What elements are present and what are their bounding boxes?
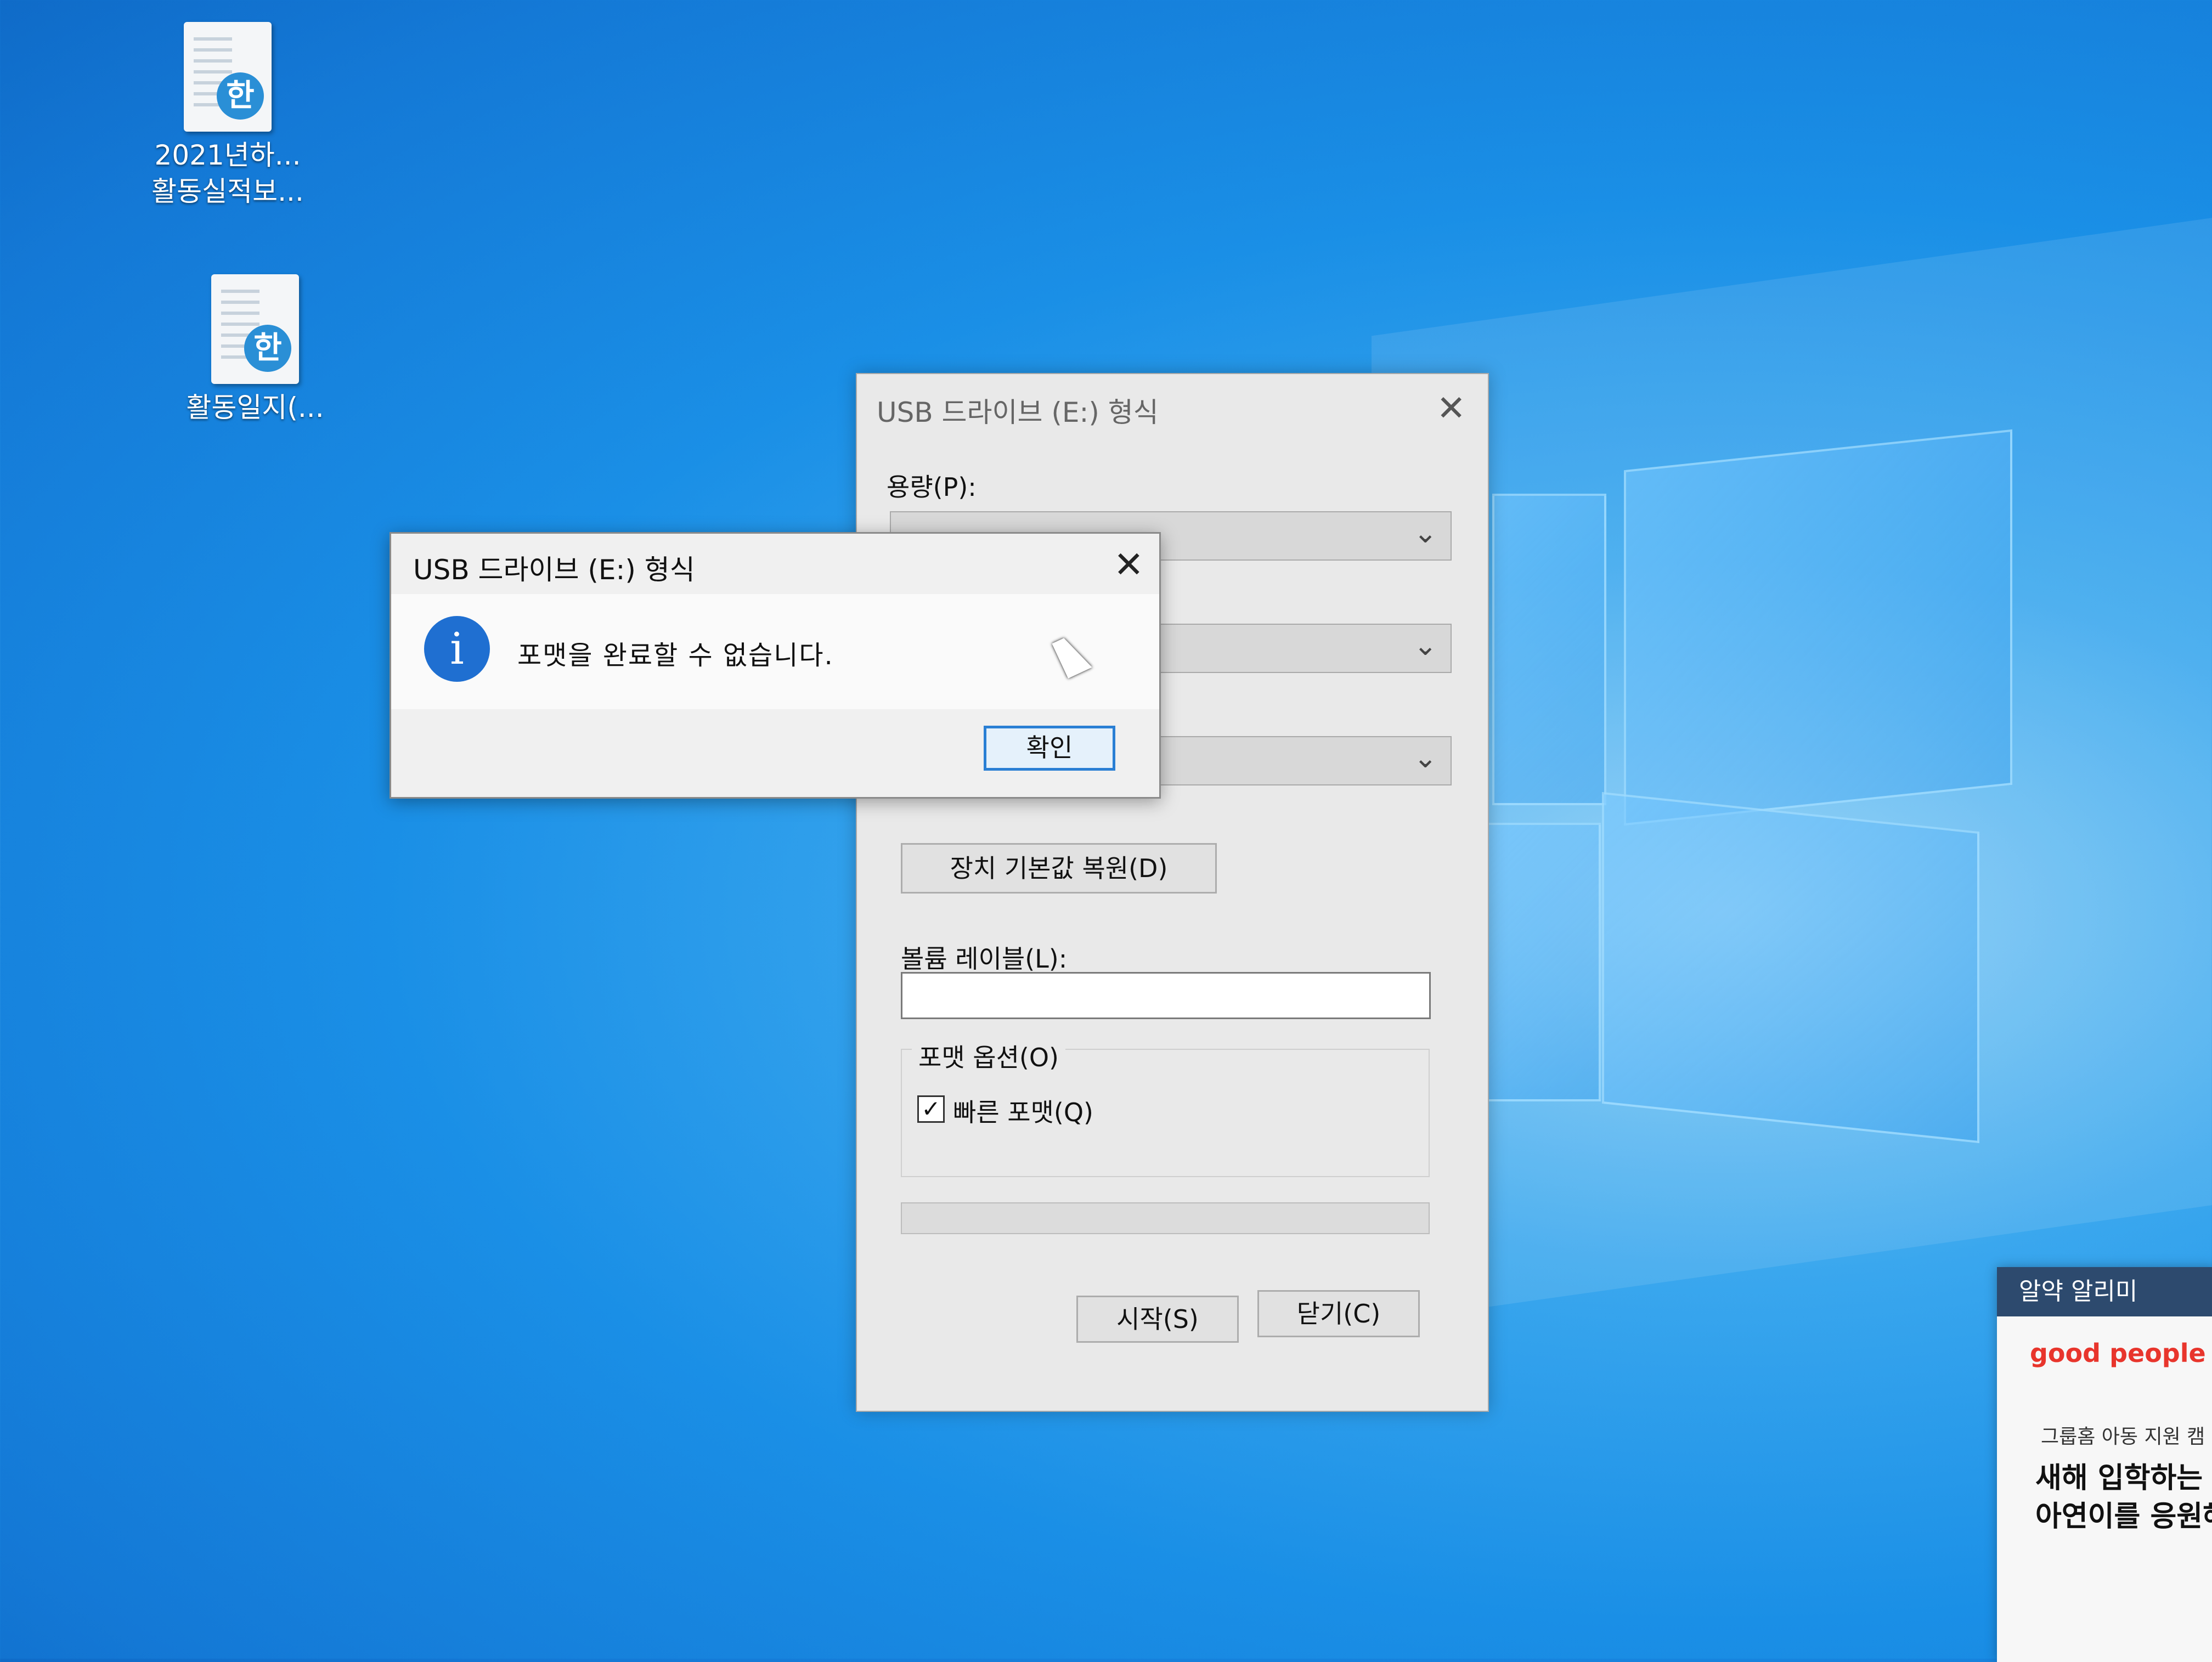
message-text: 포맷을 완료할 수 없습니다. [517, 640, 834, 671]
format-dialog-title: USB 드라이브 (E:) 형식 [877, 397, 1159, 428]
chevron-down-icon: ⌄ [1413, 629, 1437, 662]
desktop-icon-hwp-log[interactable]: 한 활동일지(... [165, 274, 346, 426]
hwp-badge: 한 [217, 72, 264, 120]
windows-logo-pane [1470, 823, 1601, 1101]
close-button[interactable]: 닫기(C) [1257, 1290, 1420, 1337]
format-dialog: USB 드라이브 (E:) 형식 ✕ 용량(P): ⌄ ⌄ ⌄ 장치 기본값 복… [856, 373, 1489, 1412]
desktop-icon-label: 2021년하... [154, 139, 301, 171]
close-icon[interactable]: ✕ [1436, 388, 1466, 429]
desktop-icon-hwp-report[interactable]: 한 2021년하... 활동실적보... [137, 22, 318, 210]
windows-logo-pane [1492, 494, 1606, 805]
restore-defaults-button[interactable]: 장치 기본값 복원(D) [901, 843, 1217, 894]
message-body: i 포맷을 완료할 수 없습니다. [391, 594, 1159, 709]
hwp-document-icon: 한 [184, 22, 272, 132]
close-icon[interactable]: ✕ [1114, 544, 1144, 586]
notification-subtitle: 그룹홈 아동 지원 캠 [2041, 1426, 2205, 1448]
message-box: USB 드라이브 (E:) 형식 ✕ i 포맷을 완료할 수 없습니다. 확인 [390, 532, 1161, 799]
format-progress-bar [901, 1202, 1430, 1234]
message-box-title: USB 드라이브 (E:) 형식 [413, 554, 695, 586]
chevron-down-icon: ⌄ [1413, 742, 1437, 775]
desktop-icon-label: 활동일지(... [186, 392, 324, 423]
headline-line: 새해 입학하는 [2035, 1462, 2203, 1495]
start-button[interactable]: 시작(S) [1076, 1296, 1239, 1343]
quick-format-label: 빠른 포맷(Q) [953, 1098, 1094, 1127]
chevron-down-icon: ⌄ [1413, 517, 1437, 550]
brand-logo: good people [2030, 1338, 2206, 1368]
info-icon: i [424, 616, 490, 682]
hwp-badge: 한 [244, 325, 291, 372]
desktop-icon-label: 활동실적보... [151, 176, 304, 207]
quick-format-checkbox[interactable]: ✓ [917, 1095, 945, 1123]
windows-logo-pane [1624, 429, 2012, 826]
notification-header: 알약 알리미 [1997, 1267, 2212, 1316]
headline-line: 아연이를 응원해 [2035, 1500, 2212, 1533]
volume-label-label: 볼륨 레이블(L): [901, 944, 1068, 974]
notification-headline: 새해 입학하는 아연이를 응원해 [2035, 1459, 2212, 1536]
notification-widget[interactable]: 알약 알리미 good people 그룹홈 아동 지원 캠 새해 입학하는 아… [1997, 1267, 2212, 1662]
windows-logo-pane [1602, 792, 1979, 1144]
capacity-label: 용량(P): [887, 472, 977, 502]
volume-label-input[interactable] [901, 972, 1431, 1019]
hwp-document-icon: 한 [211, 274, 299, 384]
format-options-label: 포맷 옵션(O) [912, 1038, 1066, 1074]
ok-button[interactable]: 확인 [984, 726, 1115, 771]
